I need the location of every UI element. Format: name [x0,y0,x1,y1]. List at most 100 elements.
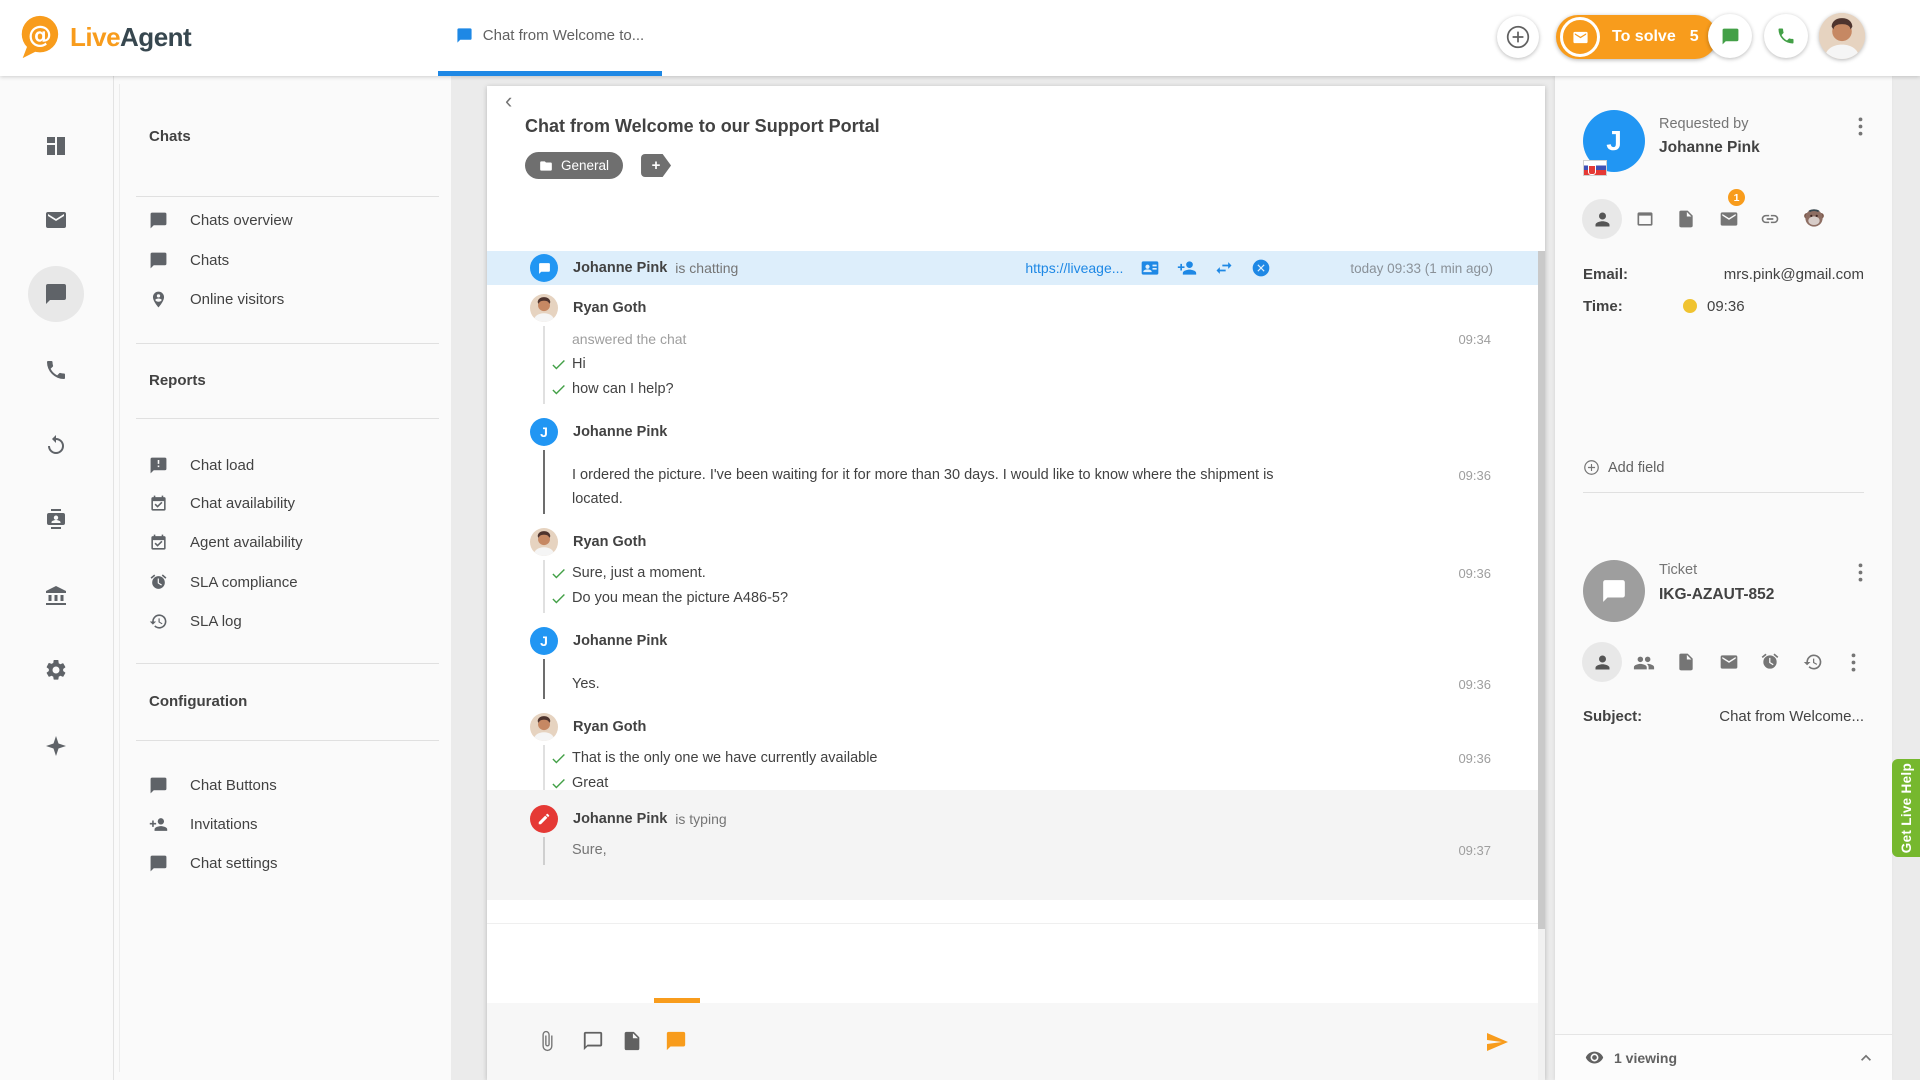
chat-icon [149,211,168,230]
department-tag[interactable]: General [525,152,623,179]
nav-settings-icon[interactable] [28,642,84,698]
sidebar-item-agent-availability[interactable]: Agent availability [149,530,303,554]
sidebar-item-chat-availability[interactable]: Chat availability [149,491,295,515]
email-label: Email: [1583,266,1628,283]
sidebar-item-sla-compliance[interactable]: SLA compliance [149,570,298,594]
message-group: J Johanne Pink I ordered the picture. I'… [487,409,1538,519]
contact-tab-link-icon[interactable] [1760,209,1780,229]
tag-row: General + [525,152,671,179]
ticket-tab-notes-icon[interactable] [1676,652,1696,672]
user-avatar[interactable] [1819,13,1865,59]
message-time: 09:36 [1458,747,1491,771]
sidebar-item-chats-overview[interactable]: Chats overview [149,208,293,232]
sidebar-item-sla-log[interactable]: SLA log [149,609,242,633]
ticket-menu-icon[interactable] [1851,560,1869,584]
sidebar-item-chats[interactable]: Chats [149,248,229,272]
message-time: 09:36 [1458,562,1491,586]
nav-dashboard-icon[interactable] [28,118,84,174]
divider [136,196,439,197]
brand-agent: Agent [120,22,191,52]
typing-author: Johanne Pink [573,811,667,827]
sidebar-item-invitations[interactable]: Invitations [149,812,258,836]
nav-mail-icon[interactable] [28,192,84,248]
nav-bank-icon[interactable] [28,567,84,623]
calls-button[interactable] [1764,14,1808,58]
add-tag-button[interactable]: + [641,154,671,177]
nav-chats-icon[interactable] [28,266,84,322]
add-ticket-button[interactable] [1497,16,1539,58]
ticket-tab-sla-icon[interactable] [1760,652,1780,672]
calendar-check-icon [149,494,168,513]
divider [136,663,439,664]
invite-person-icon[interactable] [1177,258,1197,278]
message-group: J Johanne Pink Yes. 09:36 [487,618,1538,704]
internal-note-icon[interactable] [582,1030,604,1052]
ticket-tab-mail-icon[interactable] [1719,652,1739,672]
message-time: 09:34 [1458,328,1491,352]
delivered-check-icon [550,356,567,373]
contact-menu-icon[interactable] [1851,114,1869,138]
visitor-avatar: J [530,418,558,446]
sidebar-item-label: Chat settings [190,855,278,872]
contact-card-icon[interactable] [1140,258,1160,278]
reply-input[interactable] [487,900,1538,1004]
to-solve-count: 5 [1690,28,1699,46]
to-solve-button[interactable]: To solve 5 [1556,15,1717,59]
nav-calls-icon[interactable] [28,342,84,398]
ticket-type-icon [1583,560,1645,622]
reply-toolbar [487,1003,1538,1080]
end-chat-icon[interactable] [1251,258,1271,278]
chat-message-line: I ordered the picture. I've been waiting… [545,451,1493,512]
sidebar-section-chats: Chats [149,128,191,146]
tab-chat-ticket[interactable]: Chat from Welcome to... [438,0,662,76]
nav-sync-icon[interactable] [28,418,84,474]
chevron-up-icon[interactable] [1856,1048,1876,1068]
department-tag-label: General [561,158,609,173]
canned-message-icon[interactable] [621,1030,643,1052]
transfer-chat-icon[interactable] [1214,258,1234,278]
chat-message-line: Great [545,771,1493,790]
get-live-help-button[interactable]: Get Live Help [1892,759,1920,857]
ticket-tab-more-icon[interactable] [1844,650,1862,674]
nav-addons-icon[interactable] [28,718,84,774]
typing-pencil-icon [530,805,558,833]
chat-message-line: That is the only one we have currently a… [545,746,1493,771]
ticket-tab-history-icon[interactable] [1803,652,1823,672]
sidebar-item-online-visitors[interactable]: Online visitors [149,287,284,311]
sidebar-item-chat-buttons[interactable]: Chat Buttons [149,773,277,797]
visitor-avatar: J [530,627,558,655]
ticket-tab-contact[interactable] [1582,642,1622,682]
chat-status-row: Johanne Pink is chatting https://liveage… [487,251,1538,285]
agent-avatar [530,528,558,556]
contact-tab-profile[interactable] [1582,199,1622,239]
nav-contacts-icon[interactable] [28,491,84,547]
subject-value: Chat from Welcome... [1719,708,1864,725]
contact-tab-notes-icon[interactable] [1676,209,1696,229]
chats-online-button[interactable] [1708,14,1752,58]
ticket-tab-people-icon[interactable] [1633,652,1655,674]
contact-tab-mail-icon[interactable] [1719,209,1739,229]
folder-icon [539,159,553,173]
viewing-count: 1 viewing [1614,1050,1677,1066]
chat-scrollbar-thumb[interactable] [1538,251,1545,929]
contact-tab-browser-icon[interactable] [1635,209,1655,229]
history-icon [149,612,168,631]
mailchimp-icon[interactable] [1801,205,1827,231]
visitor-url-link[interactable]: https://liveage... [1025,260,1123,276]
ticket-label: Ticket [1659,562,1697,578]
sidebar-item-chat-settings[interactable]: Chat settings [149,851,278,875]
attach-file-icon[interactable] [536,1030,558,1052]
chat-reply-tab-icon[interactable] [665,1030,687,1052]
to-solve-label: To solve [1612,28,1676,46]
top-bar: @ LiveAgent Chat from Welcome to... To s… [0,0,1920,76]
get-live-help-label: Get Live Help [1899,763,1914,853]
send-button[interactable] [1485,1030,1507,1052]
email-value: mrs.pink@gmail.com [1724,266,1864,283]
sidebar-item-label: Chat Buttons [190,777,277,794]
back-button[interactable]: ‹ [505,88,512,114]
sidebar-item-chat-load[interactable]: Chat load [149,453,254,477]
add-field-button[interactable]: Add field [1583,459,1664,476]
alarm-icon [149,573,168,592]
chat-message-line: Yes. 09:36 [545,660,1493,697]
requested-by-label: Requested by [1659,116,1748,132]
